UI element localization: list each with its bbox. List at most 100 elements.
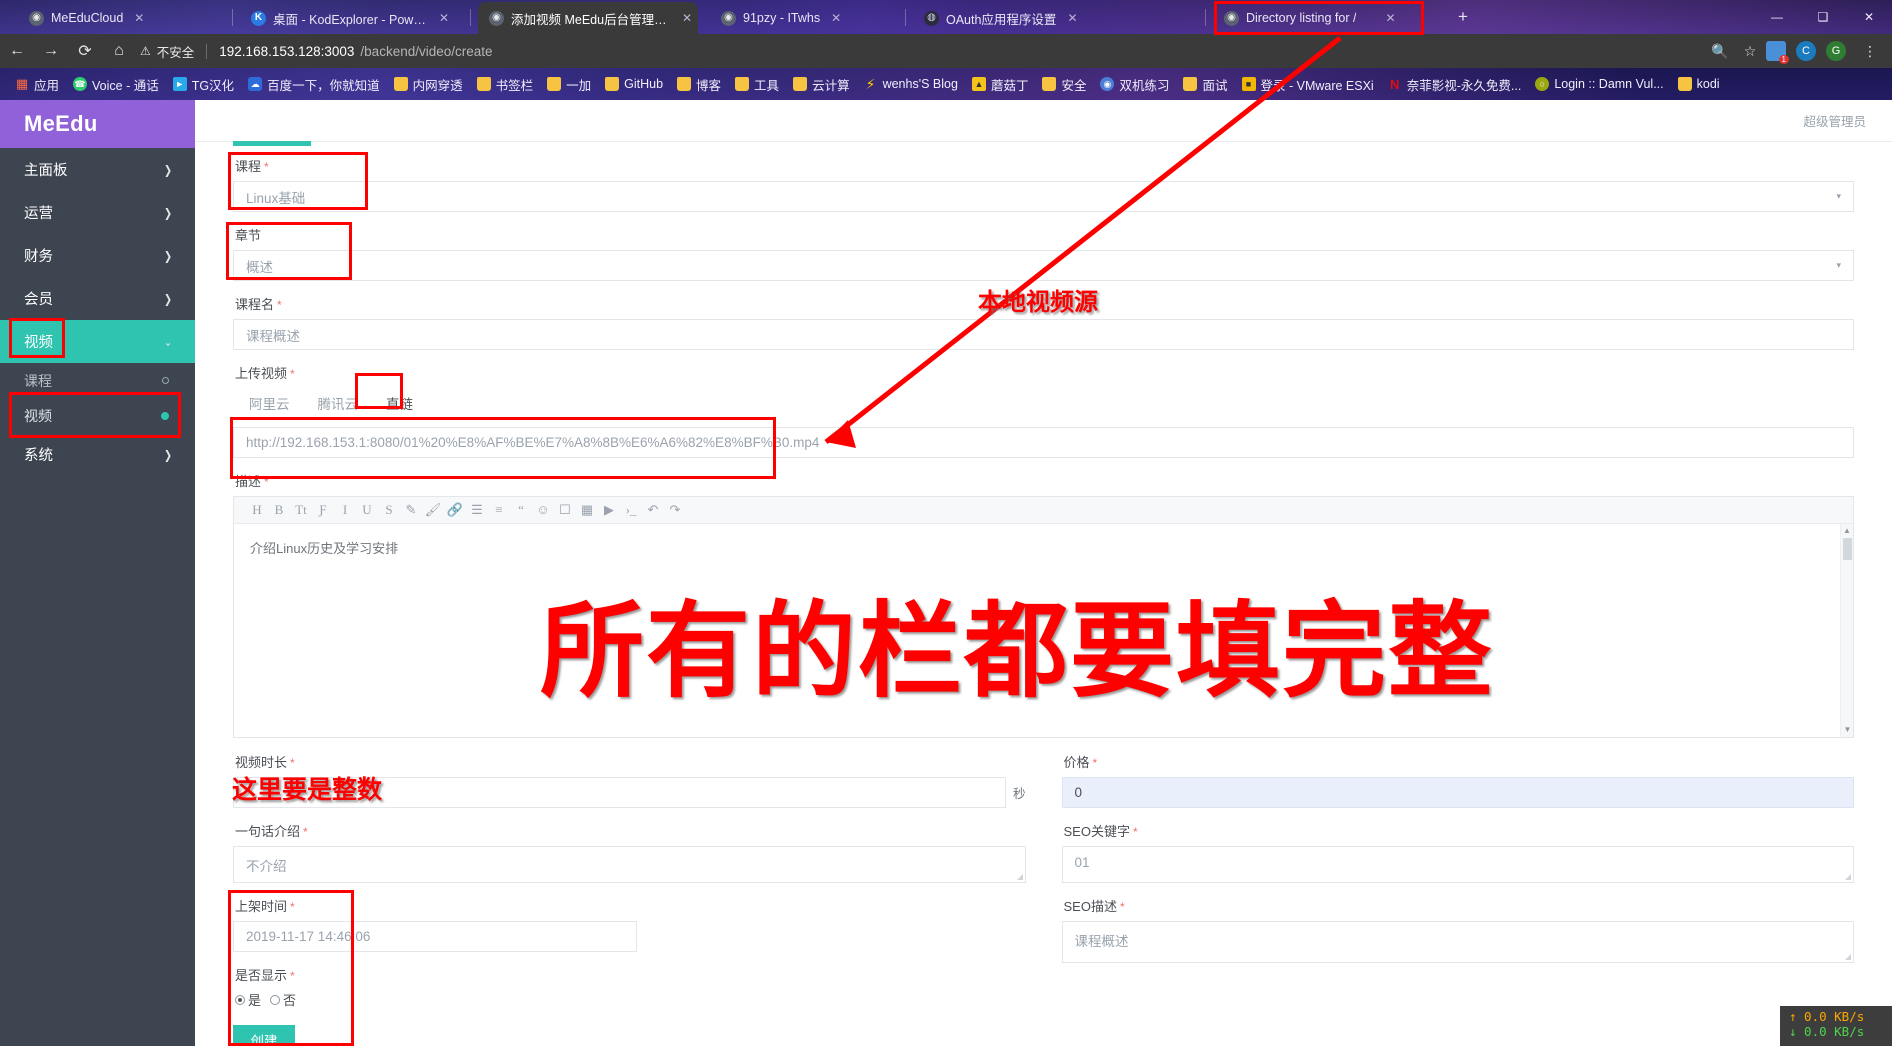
seo-description-textarea[interactable]: 课程概述	[1061, 921, 1854, 963]
brand-logo[interactable]: MeEdu	[0, 100, 195, 148]
browser-tab[interactable]: ◉ MeEduCloud ✕	[18, 2, 223, 34]
zoom-icon[interactable]: 🔍	[1706, 43, 1734, 60]
tab-direct-link[interactable]: 直链	[372, 388, 427, 418]
bullet-list-icon[interactable]: ☰	[466, 502, 488, 518]
tab-close-icon[interactable]: ✕	[831, 11, 841, 25]
browser-tab[interactable]: ◍ OAuth应用程序设置 ✕	[913, 2, 1113, 34]
tab-close-icon[interactable]: ✕	[1385, 11, 1395, 25]
tab-close-icon[interactable]: ✕	[682, 11, 692, 25]
bookmark-item[interactable]: GitHub	[598, 75, 670, 93]
extension-badge-icon[interactable]	[1766, 41, 1794, 64]
address-bar[interactable]: ⚠ 不安全 192.168.153.128:3003 /backend/vide…	[140, 39, 1698, 63]
create-button[interactable]: 创建	[233, 1025, 295, 1046]
home-icon[interactable]: ⌂	[102, 42, 136, 60]
browser-tab[interactable]: ◉ 91pzy - ITwhs ✕	[710, 2, 895, 34]
sidebar-item-video[interactable]: 视频 ⌄	[0, 320, 195, 363]
maximize-button[interactable]: ❑	[1800, 10, 1846, 24]
chapter-select[interactable]: 概述 ▾	[233, 250, 1854, 281]
bookmark-item[interactable]: ■ 登录 - VMware ESXi	[1235, 73, 1381, 96]
browser-tab-active[interactable]: ◉ 添加视频 MeEdu后台管理系统 ✕	[478, 2, 698, 34]
bookmark-item[interactable]: ◉ 双机练习	[1093, 73, 1176, 96]
bookmark-item[interactable]: kodi	[1671, 75, 1727, 93]
bookmark-item[interactable]: 内网穿透	[387, 73, 470, 96]
code-icon[interactable]: ›_	[620, 502, 642, 518]
scroll-down-arrow-icon[interactable]: ▼	[1841, 723, 1854, 737]
quote-icon[interactable]: “	[510, 502, 532, 518]
radio-no[interactable]: 否	[270, 990, 296, 1009]
editor-scrollbar[interactable]: ▲ ▼	[1840, 524, 1853, 737]
editor-body[interactable]: 介绍Linux历史及学习安排 ▲ ▼	[234, 524, 1853, 737]
bookmark-star-icon[interactable]: ☆	[1736, 43, 1764, 60]
brush-icon[interactable]: 🖌	[422, 502, 444, 518]
sidebar-item-operations[interactable]: 运营 ❯	[0, 191, 195, 234]
bookmark-item[interactable]: ☎ Voice - 通话	[66, 73, 166, 96]
strikethrough-icon[interactable]: S	[378, 502, 400, 518]
italic-icon[interactable]: I	[334, 502, 356, 518]
bookmark-item[interactable]: ▲ 蘑菇丁	[965, 73, 1036, 96]
sidebar-item-finance[interactable]: 财务 ❯	[0, 234, 195, 277]
bookmark-item[interactable]: ► TG汉化	[166, 73, 241, 96]
sidebar-subitem-video[interactable]: 视频	[0, 398, 195, 433]
publish-time-input[interactable]: 2019-11-17 14:46:06	[233, 921, 638, 952]
tab-close-icon[interactable]: ✕	[134, 11, 144, 25]
duration-input[interactable]	[233, 777, 1006, 808]
align-icon[interactable]: ≡	[488, 502, 510, 518]
undo-icon[interactable]: ↶	[642, 502, 664, 518]
sidebar-item-dashboard[interactable]: 主面板 ❯	[0, 148, 195, 191]
bookmark-item[interactable]: 面试	[1176, 73, 1234, 96]
browser-tab[interactable]: K 桌面 - KodExplorer - Powered ✕	[240, 2, 455, 34]
chevron-right-icon: ❯	[163, 447, 172, 462]
bookmark-item[interactable]: N 奈菲影视-永久免费...	[1381, 73, 1529, 96]
sidebar-item-system[interactable]: 系统 ❯	[0, 433, 195, 476]
video-icon[interactable]: ▶	[598, 502, 620, 518]
folder-icon	[1677, 77, 1692, 91]
bookmark-item[interactable]: ⚡ wenhs'S Blog	[857, 75, 965, 93]
scrollbar-thumb[interactable]	[1843, 538, 1852, 560]
table-icon[interactable]: ▦	[576, 502, 598, 518]
rich-text-editor[interactable]: H B Tt Ƒ I U S ✎ 🖌 🔗 ☰ ≡ “ ☺ ☐ ▦ ▶ ›_ ↶ …	[233, 496, 1854, 738]
font-family-icon[interactable]: Ƒ	[312, 502, 334, 518]
pen-icon[interactable]: ✎	[400, 502, 422, 518]
image-icon[interactable]: ☐	[554, 502, 576, 518]
bookmark-item[interactable]: 工具	[728, 73, 786, 96]
redo-icon[interactable]: ↷	[664, 502, 686, 518]
tab-close-icon[interactable]: ✕	[439, 11, 449, 25]
bookmark-item[interactable]: 云计算	[786, 73, 857, 96]
video-url-input[interactable]: http://192.168.153.1:8080/01%20%E8%AF%BE…	[233, 427, 1854, 458]
new-tab-button[interactable]: +	[1453, 8, 1473, 28]
browser-tab[interactable]: ◉ Directory listing for / ✕	[1213, 2, 1413, 34]
seo-keywords-textarea[interactable]: 01	[1061, 846, 1854, 883]
heading-icon[interactable]: H	[246, 502, 268, 518]
close-window-button[interactable]: ✕	[1846, 10, 1892, 24]
bookmark-item[interactable]: 安全	[1035, 73, 1093, 96]
bookmark-item[interactable]: ☁ 百度一下，你就知道	[241, 73, 387, 96]
bookmark-item[interactable]: 博客	[670, 73, 728, 96]
underline-icon[interactable]: U	[356, 502, 378, 518]
course-select[interactable]: Linux基础 ▾	[233, 181, 1854, 212]
bookmark-item[interactable]: ○ Login :: Damn Vul...	[1528, 75, 1670, 93]
short-intro-textarea[interactable]: 不介绍	[233, 846, 1026, 883]
price-input[interactable]: 0	[1061, 777, 1854, 808]
sidebar-item-members[interactable]: 会员 ❯	[0, 277, 195, 320]
bold-icon[interactable]: B	[268, 502, 290, 518]
forward-icon[interactable]: →	[34, 42, 68, 60]
radio-yes[interactable]: 是	[235, 990, 261, 1009]
link-icon[interactable]: 🔗	[444, 502, 466, 518]
tab-aliyun[interactable]: 阿里云	[235, 388, 304, 418]
profile-avatar-g[interactable]: G	[1826, 41, 1854, 61]
reload-icon[interactable]: ⟳	[68, 41, 102, 61]
bookmark-item[interactable]: 书签栏	[470, 73, 541, 96]
course-name-input[interactable]: 课程概述	[233, 319, 1854, 350]
scroll-up-arrow-icon[interactable]: ▲	[1841, 524, 1853, 538]
bookmark-item[interactable]: ▦ 应用	[8, 73, 66, 96]
tab-tencent[interactable]: 腾讯云	[304, 388, 373, 418]
tab-close-icon[interactable]: ✕	[1067, 11, 1077, 25]
profile-avatar-c[interactable]: C	[1796, 41, 1824, 61]
back-icon[interactable]: ←	[0, 42, 34, 60]
font-size-icon[interactable]: Tt	[290, 502, 312, 518]
bookmark-item[interactable]: 一加	[540, 73, 598, 96]
sidebar-subitem-course[interactable]: 课程	[0, 363, 195, 398]
browser-menu-icon[interactable]: ⋮	[1856, 43, 1884, 60]
minimize-button[interactable]: —	[1754, 10, 1800, 24]
emoji-icon[interactable]: ☺	[532, 502, 554, 518]
